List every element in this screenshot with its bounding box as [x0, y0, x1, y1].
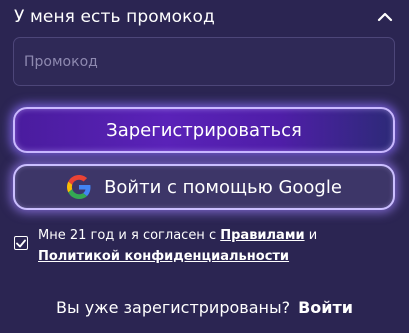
rules-link[interactable]: Правилами	[220, 228, 304, 243]
promo-code-toggle[interactable]: У меня есть промокод	[14, 6, 394, 28]
chevron-up-icon[interactable]	[376, 8, 394, 26]
consent-text: Мне 21 год и я согласен с Правилами и По…	[38, 225, 384, 267]
checkmark-icon	[16, 239, 26, 247]
consent-checkbox[interactable]	[14, 236, 28, 250]
already-registered-text: Вы уже зарегистрированы?	[56, 298, 291, 317]
promo-code-input[interactable]	[13, 37, 395, 86]
promo-code-toggle-label: У меня есть промокод	[14, 7, 215, 27]
google-login-button[interactable]: Войти с помощью Google	[13, 164, 395, 210]
login-link[interactable]: Войти	[298, 298, 353, 317]
consent-text-before: Мне 21 год и я согласен с	[38, 228, 221, 243]
consent-text-and: и	[304, 228, 318, 243]
google-icon	[66, 174, 92, 200]
login-prompt: Вы уже зарегистрированы? Войти	[0, 298, 409, 317]
privacy-policy-link[interactable]: Политикой конфиденциальности	[38, 249, 289, 264]
age-consent: Мне 21 год и я согласен с Правилами и По…	[14, 225, 384, 267]
register-button-label: Зарегистрироваться	[106, 119, 302, 141]
register-button[interactable]: Зарегистрироваться	[13, 107, 395, 153]
registration-panel: У меня есть промокод Зарегистрироваться …	[0, 0, 409, 333]
google-login-button-label: Войти с помощью Google	[104, 176, 342, 198]
